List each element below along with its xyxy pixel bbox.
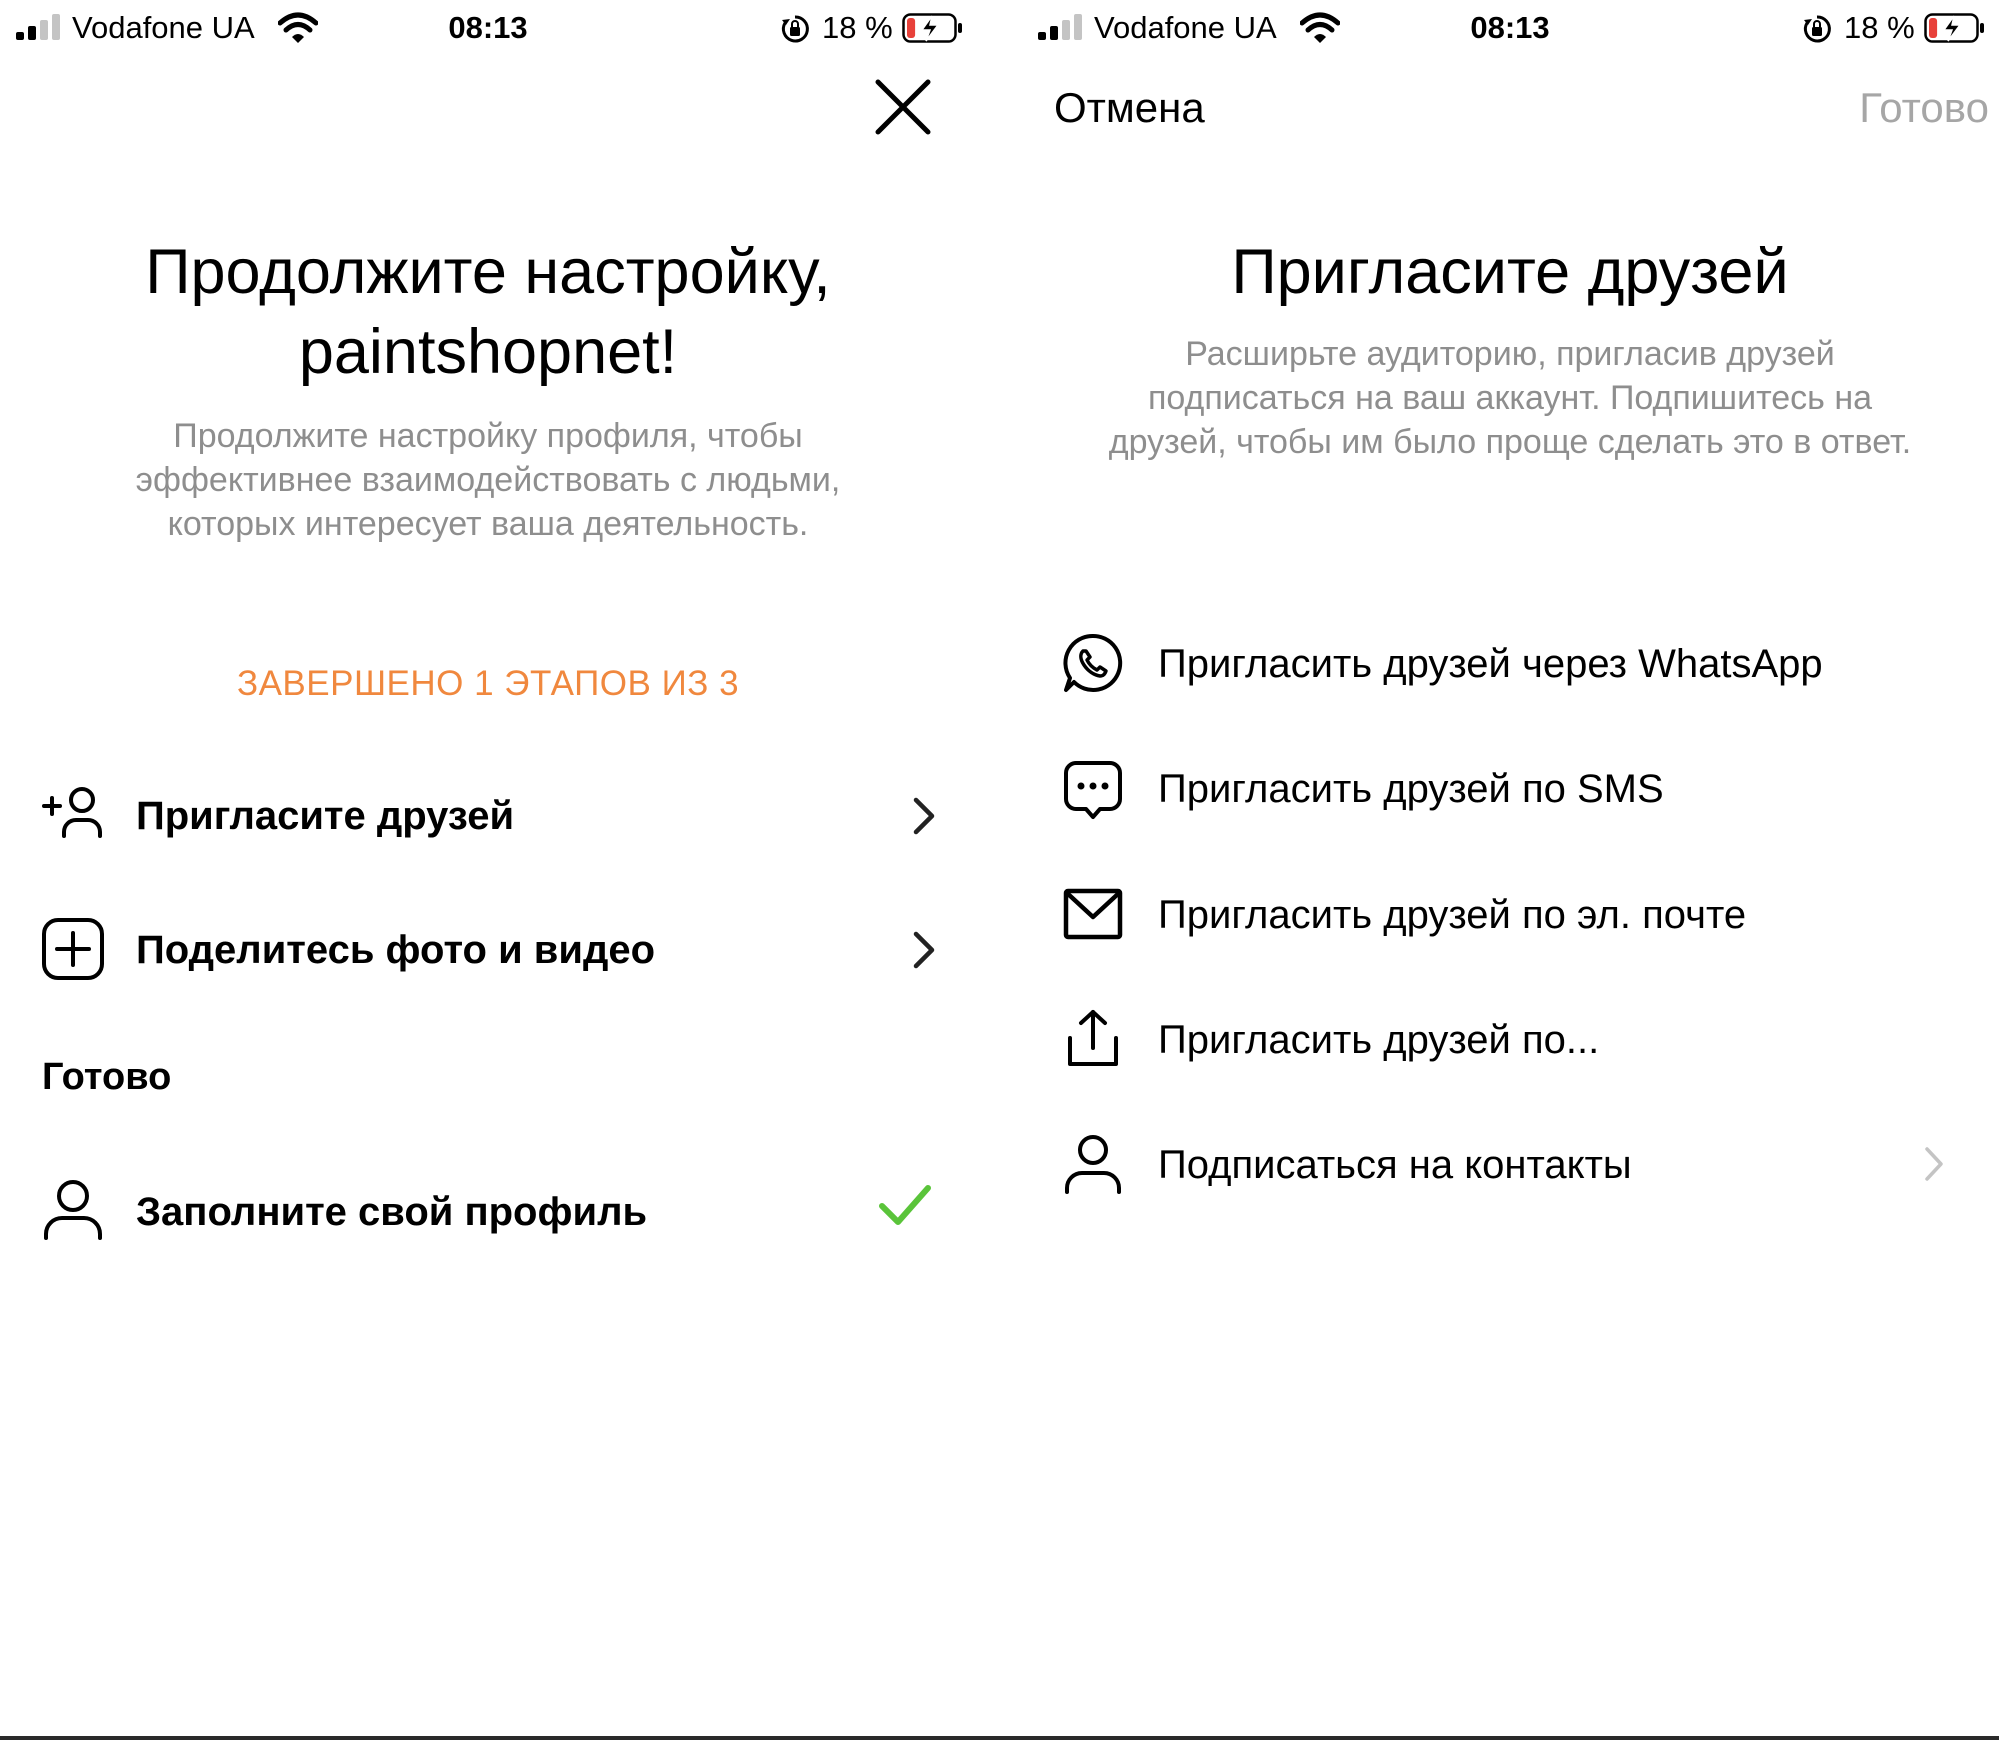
invite-friends-screen: Vodafone UA 08:13 18 % Отмена Готово При…: [1022, 0, 1999, 1740]
title-line-1: Продолжите настройку,: [145, 237, 831, 307]
step-label: Заполните свой профиль: [136, 1190, 648, 1234]
option-label: Пригласить друзей по...: [1158, 1018, 1600, 1062]
add-person-icon: [42, 787, 102, 838]
option-label: Пригласить друзей через WhatsApp: [1158, 642, 1823, 686]
cancel-button[interactable]: Отмена: [1054, 84, 1205, 132]
follow-contacts-option[interactable]: Подписаться на контакты: [1022, 1109, 1998, 1219]
invite-email-option[interactable]: Пригласить друзей по эл. почте: [1022, 859, 1998, 969]
step-invite-friends[interactable]: Пригласите друзей: [0, 766, 976, 866]
person-icon: [1065, 1135, 1121, 1194]
invite-share-option[interactable]: Пригласить друзей по...: [1022, 984, 1998, 1094]
screen-gap: [1000, 0, 1022, 1740]
battery-percent: 18 %: [1844, 10, 1915, 45]
checkmark-icon: [879, 1185, 931, 1225]
invite-sms-option[interactable]: Пригласить друзей по SMS: [1022, 733, 1998, 843]
chevron-right-icon: [913, 931, 935, 969]
battery-percent: 18 %: [822, 10, 893, 45]
person-icon: [44, 1180, 102, 1240]
sms-icon: [1064, 761, 1122, 819]
share-icon: [1068, 1010, 1118, 1066]
setup-screen: Vodafone UA 08:13 18 % Продолжите настро…: [0, 0, 1000, 1740]
add-post-icon: [42, 918, 104, 980]
step-label: Поделитесь фото и видео: [136, 928, 656, 972]
option-label: Подписаться на контакты: [1158, 1143, 1632, 1187]
done-section-header: Готово: [42, 1056, 172, 1098]
step-share-photos[interactable]: Поделитесь фото и видео: [0, 900, 976, 1000]
option-label: Пригласить друзей по эл. почте: [1158, 893, 1747, 937]
option-label: Пригласить друзей по SMS: [1158, 767, 1664, 811]
battery-charging-icon: [1924, 13, 1984, 43]
bottom-edge-line: [0, 1736, 1999, 1740]
chevron-right-icon: [1925, 1147, 1943, 1181]
battery-charging-icon: [902, 13, 962, 43]
page-subtitle: Расширьте аудиторию, пригласив друзей по…: [1108, 335, 1912, 461]
step-label: Пригласите друзей: [136, 794, 515, 838]
orientation-lock-icon: [781, 15, 809, 43]
whatsapp-icon: [1063, 633, 1123, 692]
invite-whatsapp-option[interactable]: Пригласить друзей через WhatsApp: [1022, 608, 1998, 718]
done-button[interactable]: Готово: [1859, 84, 1989, 132]
title-line-2: paintshopnet!: [298, 317, 678, 387]
orientation-lock-icon: [1803, 15, 1831, 43]
mail-icon: [1063, 888, 1123, 940]
status-bar: Vodafone UA 08:13 18 %: [1022, 0, 1992, 56]
progress-status: ЗАВЕРШЕНО 1 ЭТАПОВ ИЗ 3: [236, 664, 740, 703]
page-title: Продолжите настройку, paintshopnet!: [60, 232, 916, 392]
chevron-right-icon: [913, 797, 935, 835]
close-icon[interactable]: [872, 76, 934, 138]
page-title: Пригласите друзей: [1231, 237, 1789, 307]
page-subtitle: Продолжите настройку профиля, чтобы эффе…: [135, 417, 841, 543]
status-bar: Vodafone UA 08:13 18 %: [0, 0, 970, 56]
step-complete-profile[interactable]: Заполните свой профиль: [0, 1164, 976, 1264]
